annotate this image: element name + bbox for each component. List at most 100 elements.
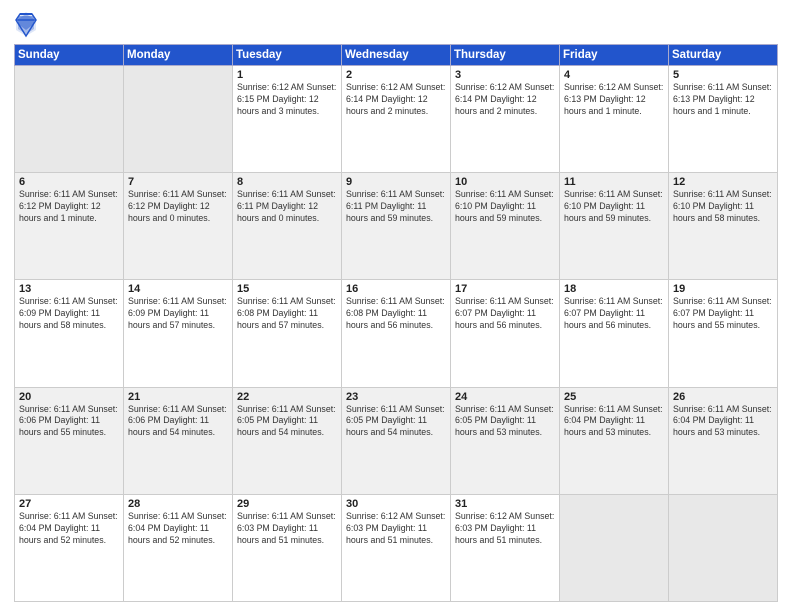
day-number: 15: [237, 283, 337, 295]
calendar-cell: 7Sunrise: 6:11 AM Sunset: 6:12 PM Daylig…: [124, 173, 233, 280]
calendar-table: SundayMondayTuesdayWednesdayThursdayFrid…: [14, 44, 778, 602]
calendar-cell: 21Sunrise: 6:11 AM Sunset: 6:06 PM Dayli…: [124, 387, 233, 494]
calendar-cell: 23Sunrise: 6:11 AM Sunset: 6:05 PM Dayli…: [342, 387, 451, 494]
calendar-header-row: SundayMondayTuesdayWednesdayThursdayFrid…: [15, 45, 778, 66]
day-info: Sunrise: 6:11 AM Sunset: 6:10 PM Dayligh…: [455, 189, 555, 225]
day-number: 19: [673, 283, 773, 295]
weekday-header-monday: Monday: [124, 45, 233, 66]
calendar-cell: 26Sunrise: 6:11 AM Sunset: 6:04 PM Dayli…: [669, 387, 778, 494]
calendar-cell: 24Sunrise: 6:11 AM Sunset: 6:05 PM Dayli…: [451, 387, 560, 494]
day-number: 25: [564, 391, 664, 403]
day-info: Sunrise: 6:11 AM Sunset: 6:04 PM Dayligh…: [564, 404, 664, 440]
calendar-cell: 25Sunrise: 6:11 AM Sunset: 6:04 PM Dayli…: [560, 387, 669, 494]
day-number: 22: [237, 391, 337, 403]
calendar-cell: 9Sunrise: 6:11 AM Sunset: 6:11 PM Daylig…: [342, 173, 451, 280]
calendar-cell: 16Sunrise: 6:11 AM Sunset: 6:08 PM Dayli…: [342, 280, 451, 387]
day-info: Sunrise: 6:11 AM Sunset: 6:08 PM Dayligh…: [346, 296, 446, 332]
day-info: Sunrise: 6:11 AM Sunset: 6:04 PM Dayligh…: [673, 404, 773, 440]
calendar-cell: 11Sunrise: 6:11 AM Sunset: 6:10 PM Dayli…: [560, 173, 669, 280]
day-number: 8: [237, 176, 337, 188]
day-info: Sunrise: 6:11 AM Sunset: 6:04 PM Dayligh…: [19, 511, 119, 547]
day-info: Sunrise: 6:12 AM Sunset: 6:15 PM Dayligh…: [237, 82, 337, 118]
day-number: 4: [564, 69, 664, 81]
day-info: Sunrise: 6:11 AM Sunset: 6:12 PM Dayligh…: [19, 189, 119, 225]
day-info: Sunrise: 6:12 AM Sunset: 6:13 PM Dayligh…: [564, 82, 664, 118]
page: SundayMondayTuesdayWednesdayThursdayFrid…: [0, 0, 792, 612]
day-number: 31: [455, 498, 555, 510]
day-info: Sunrise: 6:11 AM Sunset: 6:07 PM Dayligh…: [564, 296, 664, 332]
day-number: 10: [455, 176, 555, 188]
weekday-header-sunday: Sunday: [15, 45, 124, 66]
day-info: Sunrise: 6:11 AM Sunset: 6:05 PM Dayligh…: [346, 404, 446, 440]
day-number: 17: [455, 283, 555, 295]
calendar-cell: 31Sunrise: 6:12 AM Sunset: 6:03 PM Dayli…: [451, 494, 560, 601]
day-number: 12: [673, 176, 773, 188]
calendar-cell: 17Sunrise: 6:11 AM Sunset: 6:07 PM Dayli…: [451, 280, 560, 387]
weekday-header-thursday: Thursday: [451, 45, 560, 66]
day-info: Sunrise: 6:11 AM Sunset: 6:06 PM Dayligh…: [19, 404, 119, 440]
weekday-header-saturday: Saturday: [669, 45, 778, 66]
day-number: 28: [128, 498, 228, 510]
day-info: Sunrise: 6:11 AM Sunset: 6:07 PM Dayligh…: [455, 296, 555, 332]
day-info: Sunrise: 6:11 AM Sunset: 6:11 PM Dayligh…: [237, 189, 337, 225]
day-info: Sunrise: 6:11 AM Sunset: 6:07 PM Dayligh…: [673, 296, 773, 332]
calendar-cell: 18Sunrise: 6:11 AM Sunset: 6:07 PM Dayli…: [560, 280, 669, 387]
calendar-cell: 29Sunrise: 6:11 AM Sunset: 6:03 PM Dayli…: [233, 494, 342, 601]
logo-icon: [14, 10, 38, 38]
day-number: 20: [19, 391, 119, 403]
calendar-cell: 30Sunrise: 6:12 AM Sunset: 6:03 PM Dayli…: [342, 494, 451, 601]
weekday-header-wednesday: Wednesday: [342, 45, 451, 66]
day-info: Sunrise: 6:11 AM Sunset: 6:11 PM Dayligh…: [346, 189, 446, 225]
day-number: 13: [19, 283, 119, 295]
calendar-cell: 28Sunrise: 6:11 AM Sunset: 6:04 PM Dayli…: [124, 494, 233, 601]
day-info: Sunrise: 6:11 AM Sunset: 6:08 PM Dayligh…: [237, 296, 337, 332]
day-number: 11: [564, 176, 664, 188]
day-number: 27: [19, 498, 119, 510]
day-number: 1: [237, 69, 337, 81]
day-info: Sunrise: 6:11 AM Sunset: 6:09 PM Dayligh…: [128, 296, 228, 332]
calendar-week-row: 13Sunrise: 6:11 AM Sunset: 6:09 PM Dayli…: [15, 280, 778, 387]
day-number: 21: [128, 391, 228, 403]
weekday-header-tuesday: Tuesday: [233, 45, 342, 66]
logo: [14, 10, 42, 38]
calendar-cell: [669, 494, 778, 601]
calendar-cell: 22Sunrise: 6:11 AM Sunset: 6:05 PM Dayli…: [233, 387, 342, 494]
day-number: 18: [564, 283, 664, 295]
calendar-cell: 8Sunrise: 6:11 AM Sunset: 6:11 PM Daylig…: [233, 173, 342, 280]
day-number: 2: [346, 69, 446, 81]
calendar-cell: [124, 66, 233, 173]
day-info: Sunrise: 6:12 AM Sunset: 6:03 PM Dayligh…: [455, 511, 555, 547]
calendar-cell: 27Sunrise: 6:11 AM Sunset: 6:04 PM Dayli…: [15, 494, 124, 601]
day-info: Sunrise: 6:11 AM Sunset: 6:10 PM Dayligh…: [564, 189, 664, 225]
day-number: 5: [673, 69, 773, 81]
day-info: Sunrise: 6:11 AM Sunset: 6:06 PM Dayligh…: [128, 404, 228, 440]
day-number: 14: [128, 283, 228, 295]
calendar-cell: 2Sunrise: 6:12 AM Sunset: 6:14 PM Daylig…: [342, 66, 451, 173]
day-number: 7: [128, 176, 228, 188]
day-number: 26: [673, 391, 773, 403]
calendar-cell: 15Sunrise: 6:11 AM Sunset: 6:08 PM Dayli…: [233, 280, 342, 387]
day-info: Sunrise: 6:12 AM Sunset: 6:14 PM Dayligh…: [455, 82, 555, 118]
day-info: Sunrise: 6:11 AM Sunset: 6:12 PM Dayligh…: [128, 189, 228, 225]
day-number: 9: [346, 176, 446, 188]
day-number: 24: [455, 391, 555, 403]
day-info: Sunrise: 6:11 AM Sunset: 6:04 PM Dayligh…: [128, 511, 228, 547]
header: [14, 10, 778, 38]
calendar-cell: 13Sunrise: 6:11 AM Sunset: 6:09 PM Dayli…: [15, 280, 124, 387]
calendar-cell: 19Sunrise: 6:11 AM Sunset: 6:07 PM Dayli…: [669, 280, 778, 387]
calendar-cell: 10Sunrise: 6:11 AM Sunset: 6:10 PM Dayli…: [451, 173, 560, 280]
calendar-week-row: 20Sunrise: 6:11 AM Sunset: 6:06 PM Dayli…: [15, 387, 778, 494]
day-info: Sunrise: 6:11 AM Sunset: 6:05 PM Dayligh…: [455, 404, 555, 440]
calendar-cell: 20Sunrise: 6:11 AM Sunset: 6:06 PM Dayli…: [15, 387, 124, 494]
day-info: Sunrise: 6:11 AM Sunset: 6:13 PM Dayligh…: [673, 82, 773, 118]
calendar-week-row: 1Sunrise: 6:12 AM Sunset: 6:15 PM Daylig…: [15, 66, 778, 173]
day-info: Sunrise: 6:12 AM Sunset: 6:03 PM Dayligh…: [346, 511, 446, 547]
day-number: 23: [346, 391, 446, 403]
day-info: Sunrise: 6:11 AM Sunset: 6:09 PM Dayligh…: [19, 296, 119, 332]
day-info: Sunrise: 6:11 AM Sunset: 6:03 PM Dayligh…: [237, 511, 337, 547]
calendar-cell: 6Sunrise: 6:11 AM Sunset: 6:12 PM Daylig…: [15, 173, 124, 280]
calendar-cell: [560, 494, 669, 601]
day-number: 3: [455, 69, 555, 81]
calendar-cell: 3Sunrise: 6:12 AM Sunset: 6:14 PM Daylig…: [451, 66, 560, 173]
day-number: 30: [346, 498, 446, 510]
